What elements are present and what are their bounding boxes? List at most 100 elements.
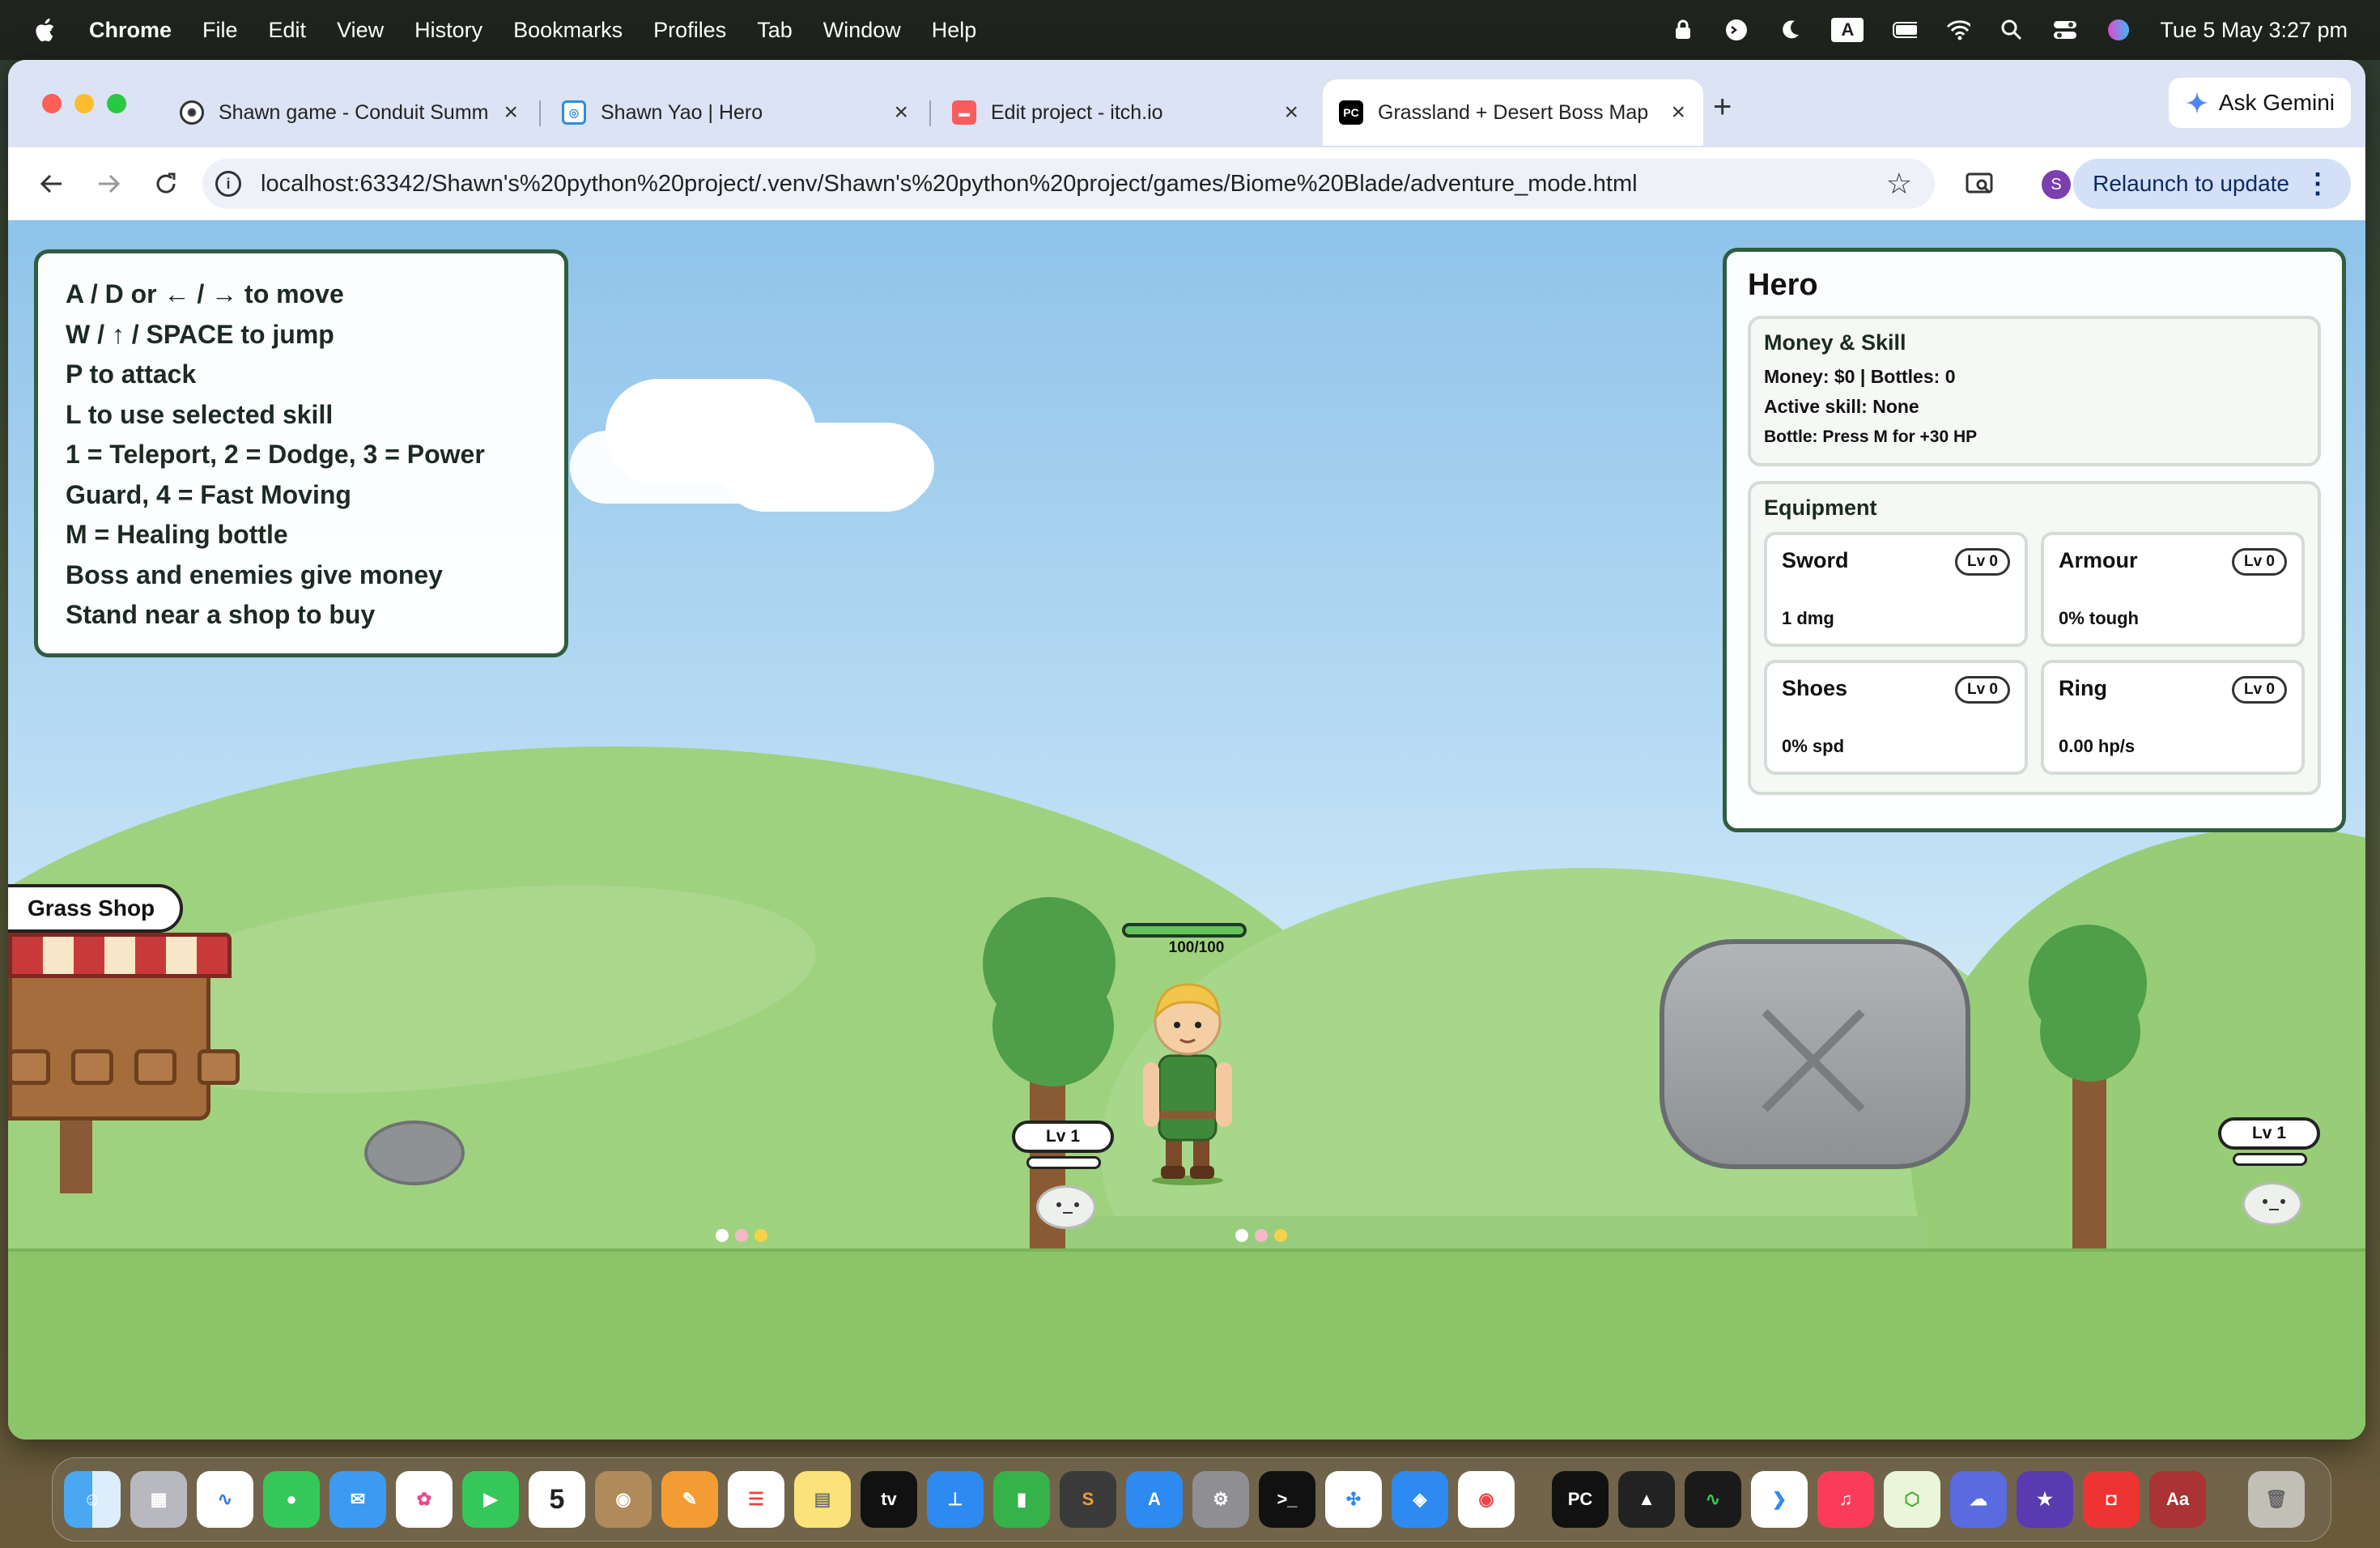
freeform-icon[interactable]: ∿ [197, 1471, 253, 1528]
apple-menu-icon[interactable] [32, 16, 57, 44]
equipment-title: Equipment [1764, 495, 1877, 520]
lock-status-icon[interactable] [1671, 18, 1695, 42]
relaunch-button[interactable]: Relaunch to update ⋮ [2073, 159, 2351, 209]
mail-icon[interactable]: ✉ [329, 1471, 386, 1528]
boulder-crack-icon [1762, 1009, 1865, 1112]
pycharm-dock-icon[interactable]: PC [1552, 1471, 1609, 1528]
launchpad-icon[interactable]: ▦ [130, 1471, 187, 1528]
messages-icon[interactable]: ● [263, 1471, 320, 1528]
calendar-icon[interactable]: 5 [529, 1471, 585, 1528]
menu-history[interactable]: History [414, 18, 482, 43]
system-settings-icon[interactable]: ⚙ [1192, 1471, 1249, 1528]
trash-icon[interactable]: 🗑 [2248, 1471, 2305, 1528]
menu-bookmarks[interactable]: Bookmarks [513, 18, 623, 43]
forward-button[interactable] [89, 164, 130, 204]
vscode-icon[interactable]: ❯ [1751, 1471, 1808, 1528]
equip-ring[interactable]: Ring Lv 0 0.00 hp/s [2041, 660, 2305, 775]
safari-icon[interactable]: ◈ [1392, 1471, 1448, 1528]
ghost-app-icon[interactable]: ◘ [2083, 1471, 2140, 1528]
small-rock [364, 1121, 465, 1185]
more-menu-icon[interactable]: ⋮ [2304, 168, 2331, 200]
close-icon[interactable]: × [1671, 99, 1685, 126]
terminal-status-icon[interactable] [1724, 18, 1749, 42]
url-text[interactable]: localhost:63342/Shawn's%20python%20proje… [261, 171, 1638, 198]
siri-icon[interactable] [2106, 18, 2131, 42]
control-money: Boss and enemies give money [66, 559, 443, 589]
clock[interactable]: Tue 5 May 3:27 pm [2160, 18, 2348, 43]
coin-drop[interactable] [716, 1229, 729, 1242]
reload-button[interactable] [146, 164, 186, 204]
moon-icon[interactable] [1778, 18, 1802, 42]
spotlight-search-icon[interactable] [2000, 18, 2024, 42]
coin-drop[interactable] [754, 1229, 767, 1242]
coin-drop[interactable] [1255, 1229, 1268, 1242]
tab-shawn-game[interactable]: ✺ Shawn game - Conduit Summ × [164, 79, 536, 146]
minimize-window-button[interactable] [74, 94, 94, 113]
menu-help[interactable]: Help [932, 18, 977, 43]
game-canvas[interactable]: A / D or ← / → to move W / ↑ / SPACE to … [8, 220, 2365, 1440]
terminal-icon[interactable]: >_ [1259, 1471, 1315, 1528]
address-bar[interactable]: i localhost:63342/Shawn's%20python%20pro… [202, 159, 1935, 209]
activity-monitor-icon[interactable]: ∿ [1685, 1471, 1741, 1528]
coin-drop[interactable] [735, 1229, 748, 1242]
imovie-icon[interactable]: ★ [2017, 1471, 2073, 1528]
equipment-grid: Sword Lv 0 1 dmg Armour Lv 0 0% tough Sh… [1764, 532, 2305, 775]
equip-shoes[interactable]: Shoes Lv 0 0% spd [1764, 660, 2028, 775]
photos-icon[interactable]: ✿ [396, 1471, 453, 1528]
tab-itch-edit-project[interactable]: ▬ Edit project - itch.io × [936, 79, 1316, 146]
menu-profiles[interactable]: Profiles [653, 18, 726, 43]
reminders-icon[interactable]: ☰ [728, 1471, 784, 1528]
inkscape-icon[interactable]: ▲ [1618, 1471, 1675, 1528]
notes-icon[interactable]: ▤ [794, 1471, 851, 1528]
pages-icon[interactable]: ✎ [661, 1471, 718, 1528]
menu-view[interactable]: View [337, 18, 384, 43]
menu-edit[interactable]: Edit [269, 18, 307, 43]
apple-tv-icon[interactable]: tv [861, 1471, 917, 1528]
chrome-icon[interactable]: ◉ [1458, 1471, 1515, 1528]
close-window-button[interactable] [42, 94, 62, 113]
tab-title: Grassland + Desert Boss Map [1378, 100, 1649, 124]
menu-app-name[interactable]: Chrome [89, 18, 172, 43]
cast-icon[interactable] [1959, 164, 2000, 204]
equip-sword[interactable]: Sword Lv 0 1 dmg [1764, 532, 2028, 647]
menu-file[interactable]: File [202, 18, 238, 43]
finder-icon[interactable]: ☺ [64, 1471, 121, 1528]
tree-top [2040, 981, 2140, 1082]
back-button[interactable] [31, 164, 71, 204]
facetime-icon[interactable]: ▶ [462, 1471, 519, 1528]
connect-icon[interactable]: ✣ [1325, 1471, 1382, 1528]
music-icon[interactable]: ♫ [1817, 1471, 1874, 1528]
dictionary-icon[interactable]: Aa [2149, 1471, 2206, 1528]
close-icon[interactable]: × [894, 99, 908, 126]
tab-grassland-boss-map[interactable]: PC Grassland + Desert Boss Map × [1323, 79, 1703, 146]
profile-avatar[interactable]: S [2042, 170, 2071, 199]
hero-character[interactable] [1127, 965, 1248, 1185]
cube-app-icon[interactable]: ⬡ [1884, 1471, 1940, 1528]
equip-armour[interactable]: Armour Lv 0 0% tough [2041, 532, 2305, 647]
contacts-icon[interactable]: ◉ [595, 1471, 652, 1528]
bookmark-star-icon[interactable]: ☆ [1886, 167, 1912, 201]
app-store-icon[interactable]: A [1126, 1471, 1183, 1528]
menu-tab[interactable]: Tab [757, 18, 793, 43]
sublime-icon[interactable]: S [1060, 1471, 1116, 1528]
site-info-icon[interactable]: i [215, 171, 241, 197]
zoom-window-button[interactable] [107, 94, 126, 113]
coin-drop[interactable] [1235, 1229, 1248, 1242]
enemy-blob[interactable] [1036, 1185, 1096, 1229]
input-source-icon[interactable]: A [1831, 18, 1864, 42]
new-tab-button[interactable]: + [1713, 89, 1732, 125]
menu-window[interactable]: Window [823, 18, 901, 43]
numbers-icon[interactable]: ▮ [993, 1471, 1050, 1528]
close-icon[interactable]: × [1284, 99, 1298, 126]
ask-gemini-button[interactable]: Ask Gemini [2168, 78, 2351, 128]
enemy-blob[interactable] [2242, 1182, 2302, 1226]
battery-icon[interactable] [1893, 18, 1918, 42]
control-center-icon[interactable] [2053, 18, 2077, 42]
keynote-icon[interactable]: ⊥ [927, 1471, 984, 1528]
copilot-icon[interactable]: ☁ [1950, 1471, 2007, 1528]
coin-drop[interactable] [1274, 1229, 1287, 1242]
boss-boulder[interactable] [1660, 939, 1970, 1169]
wifi-icon[interactable] [1946, 18, 1971, 42]
close-icon[interactable]: × [504, 99, 518, 126]
tab-shawn-yao-hero[interactable]: ◎ Shawn Yao | Hero × [546, 79, 926, 146]
